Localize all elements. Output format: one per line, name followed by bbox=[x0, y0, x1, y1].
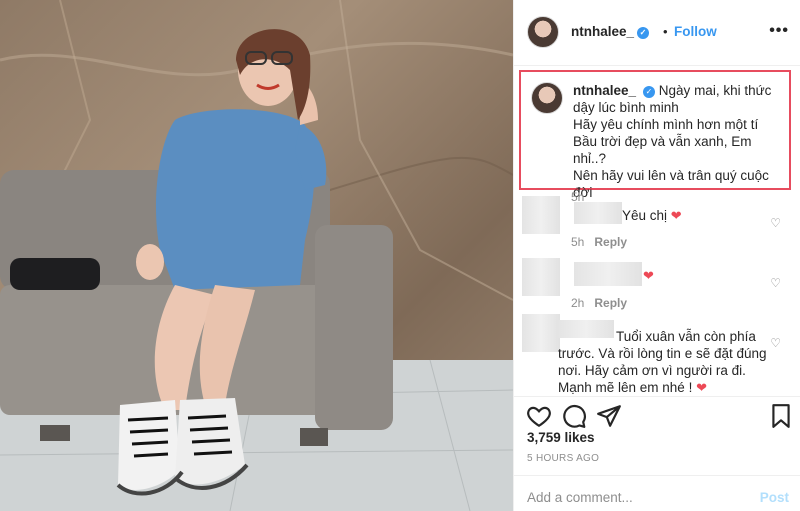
red-heart-emoji-icon: ❤ bbox=[670, 208, 682, 223]
speech-bubble-icon[interactable] bbox=[561, 403, 587, 429]
caption-username[interactable]: ntnhalee_ bbox=[573, 83, 636, 98]
paper-plane-icon[interactable] bbox=[596, 403, 622, 429]
bookmark-icon[interactable] bbox=[768, 403, 794, 429]
caption-line-2: Hãy yêu chính mình hơn một tí bbox=[573, 117, 759, 132]
post-comment-button[interactable]: Post bbox=[760, 490, 789, 505]
photo-illustration bbox=[0, 0, 513, 511]
comment-time: 2h bbox=[571, 296, 585, 310]
reply-button[interactable]: Reply bbox=[594, 235, 627, 249]
post-photo[interactable] bbox=[0, 0, 513, 511]
comment-input[interactable]: Add a comment... bbox=[527, 490, 633, 505]
comment-username-blurred bbox=[574, 262, 642, 286]
add-comment-bar: Add a comment... Post bbox=[514, 475, 800, 511]
red-heart-emoji-icon: ❤ bbox=[643, 268, 654, 283]
author-avatar[interactable] bbox=[527, 16, 559, 48]
post-header: ntnhalee_ ✓ • Follow ••• bbox=[514, 0, 800, 66]
caption-verified-badge-icon: ✓ bbox=[643, 86, 656, 98]
likes-count[interactable]: 3,759 likes bbox=[527, 430, 595, 445]
comment-username-blurred bbox=[574, 202, 622, 224]
follow-button[interactable]: Follow bbox=[674, 24, 717, 39]
author-username[interactable]: ntnhalee_ ✓ bbox=[571, 24, 650, 39]
comment-text-content: Tuổi xuân vẫn còn phía trước. Và rồi lòn… bbox=[558, 329, 767, 394]
comment-avatar-blurred bbox=[522, 258, 560, 296]
comment-avatar-blurred bbox=[522, 196, 560, 234]
more-options-icon[interactable]: ••• bbox=[769, 22, 789, 40]
action-bar bbox=[514, 396, 800, 432]
comment-time: 5h bbox=[571, 235, 585, 249]
comment-text-content: Yêu chị bbox=[622, 208, 668, 223]
comment-meta: 2h Reply bbox=[571, 296, 627, 310]
caption-highlight-box: ntnhalee_ ✓ Ngày mai, khi thức dậy lúc bì… bbox=[519, 70, 791, 217]
reply-button[interactable]: Reply bbox=[594, 296, 627, 310]
comments-list[interactable]: Yêu chị ❤ 5h Reply ♡ ❤ 2h Reply ♡ Tuổi xuâ… bbox=[514, 196, 800, 394]
comment-like-heart-icon[interactable]: ♡ bbox=[770, 216, 781, 230]
comment-avatar-blurred bbox=[522, 314, 560, 352]
caption-line-3: Bầu trời đẹp và vẫn xanh, Em nhỉ..? bbox=[573, 134, 752, 166]
verified-badge-icon: ✓ bbox=[637, 27, 650, 39]
heart-outline-icon[interactable] bbox=[526, 403, 552, 429]
comment-text: ❤ bbox=[643, 267, 654, 284]
comment-meta: 5h Reply bbox=[571, 235, 627, 249]
separator-dot: • bbox=[663, 24, 668, 39]
caption-author-avatar[interactable] bbox=[531, 82, 563, 114]
red-heart-emoji-icon: ❤ bbox=[696, 380, 707, 394]
post-side-panel: ntnhalee_ ✓ • Follow ••• ntnhalee_ ✓ Ngày … bbox=[513, 0, 800, 511]
comment-like-heart-icon[interactable]: ♡ bbox=[770, 276, 781, 290]
comment-text: Yêu chị ❤ bbox=[622, 207, 682, 224]
comment-text: Tuổi xuân vẫn còn phía trước. Và rồi lòn… bbox=[558, 328, 768, 394]
post-time: 5 HOURS AGO bbox=[527, 453, 600, 464]
comment-like-heart-icon[interactable]: ♡ bbox=[770, 336, 781, 350]
author-username-text[interactable]: ntnhalee_ bbox=[571, 24, 634, 39]
